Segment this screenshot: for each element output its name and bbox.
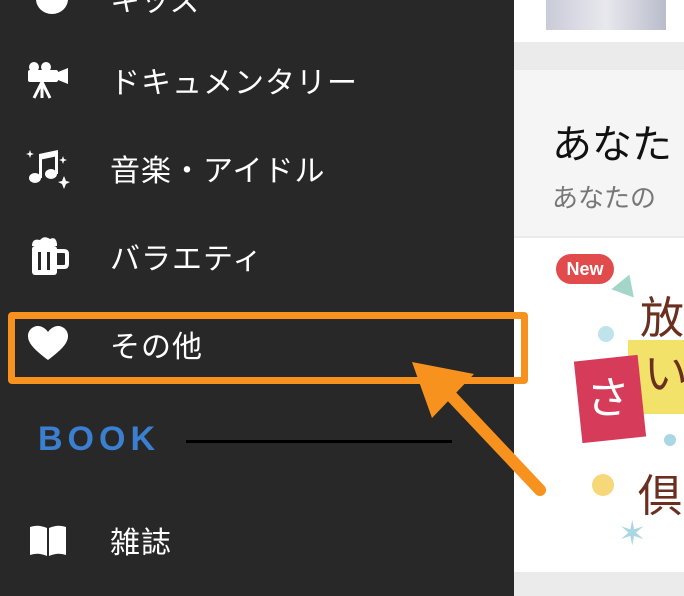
pointer-arrow-icon [412,362,546,496]
